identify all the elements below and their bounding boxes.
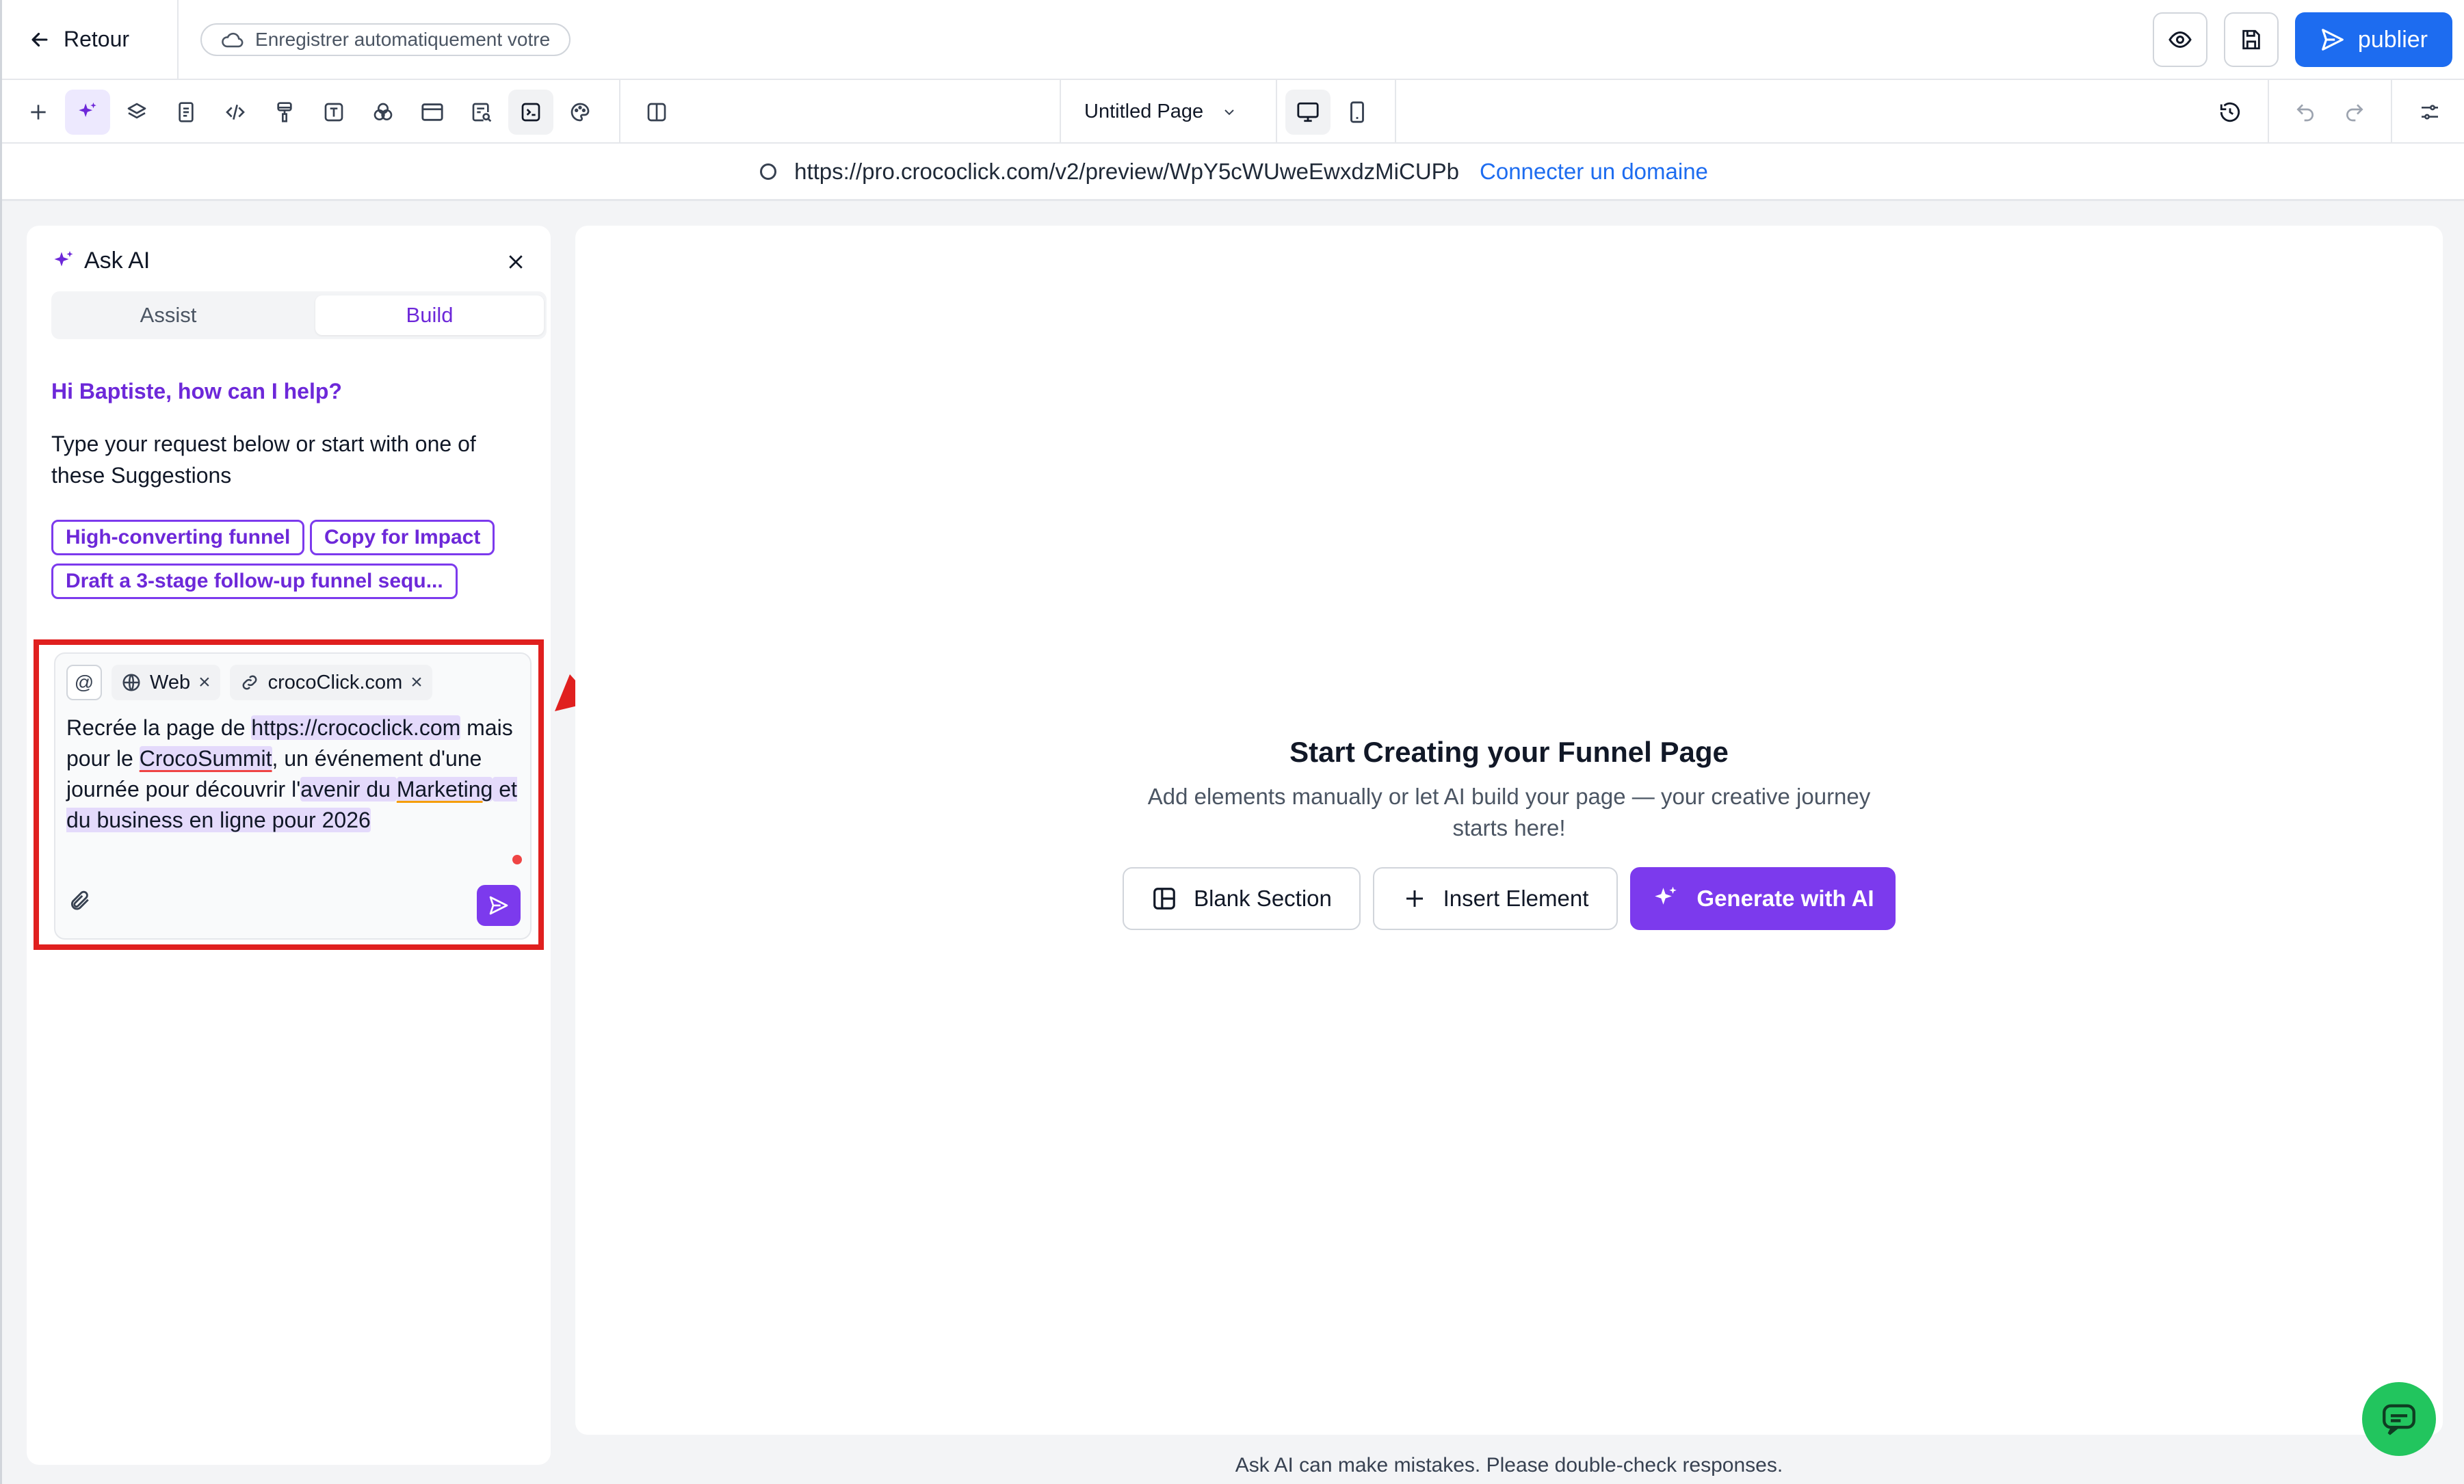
- desktop-icon: [1297, 102, 1319, 122]
- suggestion-chip[interactable]: Draft a 3-stage follow-up funnel sequ...: [51, 564, 458, 599]
- seo-tool[interactable]: [459, 90, 504, 135]
- pages-icon: [179, 102, 194, 122]
- tab-assist[interactable]: Assist: [51, 291, 285, 339]
- generate-with-ai-label: Generate with AI: [1696, 886, 1874, 911]
- close-icon: [509, 255, 523, 269]
- layout-tool[interactable]: [410, 90, 455, 135]
- publish-label: publier: [2357, 26, 2428, 53]
- greeting-text: Hi Baptiste, how can I help?: [51, 379, 342, 403]
- pages-tool[interactable]: [163, 90, 209, 135]
- sliders-icon: [2422, 105, 2438, 120]
- preview-url-bar: https://pro.crococlick.com/v2/preview/Wp…: [2, 144, 2464, 201]
- undo-icon: [2296, 104, 2314, 122]
- ask-ai-header: Ask AI: [51, 248, 150, 274]
- save-icon: [2242, 29, 2260, 50]
- chat-icon: [2383, 1404, 2415, 1435]
- desktop-view-button[interactable]: [1285, 90, 1331, 135]
- ask-ai-tool[interactable]: [65, 90, 110, 135]
- text-tool[interactable]: [311, 90, 356, 135]
- toolbar-divider: [1060, 80, 1061, 144]
- shapes-icon: [373, 103, 393, 120]
- terminal-tool[interactable]: [508, 90, 553, 135]
- toolbar-divider: [619, 80, 620, 144]
- empty-state-title: Start Creating your Funnel Page: [1289, 736, 1729, 768]
- ai-disclaimer: Ask AI can make mistakes. Please double-…: [1235, 1454, 1783, 1476]
- brush-tool[interactable]: [262, 90, 307, 135]
- mobile-icon: [1350, 101, 1364, 123]
- page-selector[interactable]: Untitled Page: [1084, 80, 1237, 144]
- generate-with-ai-button[interactable]: Generate with AI: [1630, 867, 1896, 930]
- tab-build[interactable]: Build: [315, 295, 544, 335]
- arrow-left-icon: [31, 32, 48, 47]
- layers-tool[interactable]: [114, 90, 159, 135]
- annotation-highlight-box: [34, 639, 544, 950]
- redo-button[interactable]: [2332, 90, 2377, 135]
- top-bar: Retour Enregistrer automatiquement votre…: [2, 0, 2464, 80]
- layout-grid-icon: [1153, 888, 1175, 910]
- palette-icon: [571, 103, 590, 122]
- editor-toolbar: Untitled Page: [2, 80, 2464, 144]
- page-canvas[interactable]: Start Creating your Funnel Page Add elem…: [575, 226, 2443, 1435]
- toolbar-divider: [1276, 80, 1277, 144]
- blank-section-label: Blank Section: [1194, 886, 1332, 911]
- support-chat-button[interactable]: [2362, 1382, 2436, 1456]
- toolbar-divider: [1395, 80, 1396, 144]
- close-panel-button[interactable]: [506, 252, 526, 276]
- ask-ai-title: Ask AI: [84, 248, 150, 274]
- insert-element-label: Insert Element: [1443, 886, 1589, 911]
- add-icon: [31, 105, 46, 120]
- terminal-icon: [521, 103, 540, 122]
- shapes-tool[interactable]: [361, 90, 406, 135]
- history-button[interactable]: [2207, 90, 2253, 135]
- mobile-view-button[interactable]: [1335, 90, 1380, 135]
- insert-element-button[interactable]: Insert Element: [1373, 867, 1618, 930]
- autosave-label: Enregistrer automatiquement votre: [255, 28, 551, 50]
- status-circle-icon: [760, 163, 777, 180]
- sparkles-icon: [54, 250, 73, 266]
- history-icon: [2220, 102, 2240, 122]
- seo-icon: [472, 103, 492, 122]
- intro-text: Type your request below or start with on…: [51, 432, 476, 488]
- preview-url[interactable]: https://pro.crococlick.com/v2/preview/Wp…: [794, 159, 1459, 185]
- blank-section-button[interactable]: Blank Section: [1123, 867, 1361, 930]
- toolbar-divider: [2268, 80, 2269, 144]
- layers-icon: [127, 103, 146, 119]
- app-frame: Retour Enregistrer automatiquement votre…: [0, 0, 2464, 1484]
- send-icon: [2322, 29, 2344, 51]
- back-label: Retour: [64, 27, 130, 51]
- empty-state-description: Add elements manually or let AI build yo…: [1147, 784, 1871, 840]
- undo-button[interactable]: [2283, 90, 2328, 135]
- columns-tool[interactable]: [634, 90, 679, 135]
- code-tool[interactable]: [213, 90, 258, 135]
- add-element-tool[interactable]: [16, 90, 61, 135]
- page-name: Untitled Page: [1084, 101, 1204, 122]
- eye-icon: [2168, 31, 2192, 49]
- settings-button[interactable]: [2407, 90, 2452, 135]
- layout-icon: [421, 103, 443, 121]
- publish-button[interactable]: publier: [2294, 12, 2452, 67]
- sparkles-icon: [79, 102, 96, 118]
- columns-icon: [647, 103, 666, 122]
- code-icon: [226, 105, 245, 120]
- suggestion-chip[interactable]: High-converting funnel: [51, 520, 305, 555]
- sparkles-icon: [1655, 886, 1677, 905]
- cloud-icon: [222, 32, 244, 47]
- text-icon: [324, 103, 343, 122]
- add-icon: [1406, 890, 1423, 907]
- redo-icon: [2346, 104, 2363, 122]
- back-button[interactable]: Retour: [28, 0, 179, 79]
- toolbar-divider: [2391, 80, 2392, 144]
- connect-domain-link[interactable]: Connecter un domaine: [1480, 159, 1708, 185]
- brush-icon: [277, 102, 292, 122]
- autosave-status[interactable]: Enregistrer automatiquement votre: [200, 23, 571, 56]
- chevron-down-icon: [1224, 109, 1234, 115]
- save-button[interactable]: [2223, 12, 2279, 67]
- preview-button[interactable]: [2152, 12, 2207, 67]
- mode-tabs: Assist Build: [51, 291, 547, 339]
- suggestion-chip[interactable]: Copy for Impact: [310, 520, 495, 555]
- palette-tool[interactable]: [558, 90, 603, 135]
